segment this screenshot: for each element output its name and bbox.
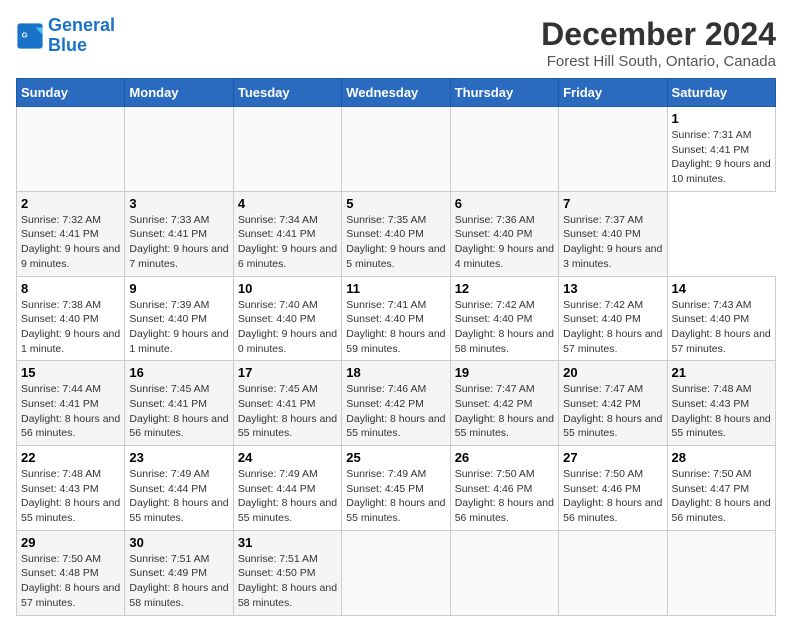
table-row [559,530,667,615]
table-row: 27Sunrise: 7:50 AMSunset: 4:46 PMDayligh… [559,446,667,531]
empty-cell [125,107,233,192]
table-row: 7Sunrise: 7:37 AMSunset: 4:40 PMDaylight… [559,191,667,276]
main-title: December 2024 [541,16,776,53]
table-row: 31Sunrise: 7:51 AMSunset: 4:50 PMDayligh… [233,530,341,615]
table-row: 3Sunrise: 7:33 AMSunset: 4:41 PMDaylight… [125,191,233,276]
table-row: 26Sunrise: 7:50 AMSunset: 4:46 PMDayligh… [450,446,558,531]
table-row [667,530,775,615]
header-thursday: Thursday [450,79,558,107]
subtitle: Forest Hill South, Ontario, Canada [541,53,776,70]
table-row: 18Sunrise: 7:46 AMSunset: 4:42 PMDayligh… [342,361,450,446]
logo: G General Blue [16,16,115,56]
table-row: 9Sunrise: 7:39 AMSunset: 4:40 PMDaylight… [125,276,233,361]
calendar-header: Sunday Monday Tuesday Wednesday Thursday… [17,79,776,107]
table-row: 25Sunrise: 7:49 AMSunset: 4:45 PMDayligh… [342,446,450,531]
header-friday: Friday [559,79,667,107]
header-saturday: Saturday [667,79,775,107]
header-wednesday: Wednesday [342,79,450,107]
header-monday: Monday [125,79,233,107]
empty-cell [342,107,450,192]
table-row: 12Sunrise: 7:42 AMSunset: 4:40 PMDayligh… [450,276,558,361]
calendar-table: Sunday Monday Tuesday Wednesday Thursday… [16,78,776,616]
table-row: 28Sunrise: 7:50 AMSunset: 4:47 PMDayligh… [667,446,775,531]
table-row: 22Sunrise: 7:48 AMSunset: 4:43 PMDayligh… [17,446,125,531]
header-sunday: Sunday [17,79,125,107]
empty-cell [450,107,558,192]
table-row: 13Sunrise: 7:42 AMSunset: 4:40 PMDayligh… [559,276,667,361]
table-row [342,530,450,615]
table-row: 6Sunrise: 7:36 AMSunset: 4:40 PMDaylight… [450,191,558,276]
table-row: 1Sunrise: 7:31 AMSunset: 4:41 PMDaylight… [667,107,775,192]
table-row: 17Sunrise: 7:45 AMSunset: 4:41 PMDayligh… [233,361,341,446]
header: G General Blue December 2024 Forest Hill… [16,16,776,70]
table-row: 21Sunrise: 7:48 AMSunset: 4:43 PMDayligh… [667,361,775,446]
calendar-body: 1Sunrise: 7:31 AMSunset: 4:41 PMDaylight… [17,107,776,616]
table-row: 11Sunrise: 7:41 AMSunset: 4:40 PMDayligh… [342,276,450,361]
table-row: 19Sunrise: 7:47 AMSunset: 4:42 PMDayligh… [450,361,558,446]
table-row: 4Sunrise: 7:34 AMSunset: 4:41 PMDaylight… [233,191,341,276]
svg-text:G: G [22,30,28,39]
table-row: 15Sunrise: 7:44 AMSunset: 4:41 PMDayligh… [17,361,125,446]
empty-cell [17,107,125,192]
table-row: 24Sunrise: 7:49 AMSunset: 4:44 PMDayligh… [233,446,341,531]
logo-line1: General [48,15,115,35]
table-row: 23Sunrise: 7:49 AMSunset: 4:44 PMDayligh… [125,446,233,531]
table-row: 30Sunrise: 7:51 AMSunset: 4:49 PMDayligh… [125,530,233,615]
table-row: 14Sunrise: 7:43 AMSunset: 4:40 PMDayligh… [667,276,775,361]
table-row: 10Sunrise: 7:40 AMSunset: 4:40 PMDayligh… [233,276,341,361]
table-row: 16Sunrise: 7:45 AMSunset: 4:41 PMDayligh… [125,361,233,446]
table-row: 20Sunrise: 7:47 AMSunset: 4:42 PMDayligh… [559,361,667,446]
logo-icon: G [16,22,44,50]
logo-line2: Blue [48,35,87,55]
table-row: 29Sunrise: 7:50 AMSunset: 4:48 PMDayligh… [17,530,125,615]
table-row: 5Sunrise: 7:35 AMSunset: 4:40 PMDaylight… [342,191,450,276]
table-row: 2Sunrise: 7:32 AMSunset: 4:41 PMDaylight… [17,191,125,276]
header-tuesday: Tuesday [233,79,341,107]
title-area: December 2024 Forest Hill South, Ontario… [541,16,776,70]
empty-cell [559,107,667,192]
logo-text: General Blue [48,16,115,56]
table-row [450,530,558,615]
table-row: 8Sunrise: 7:38 AMSunset: 4:40 PMDaylight… [17,276,125,361]
empty-cell [233,107,341,192]
